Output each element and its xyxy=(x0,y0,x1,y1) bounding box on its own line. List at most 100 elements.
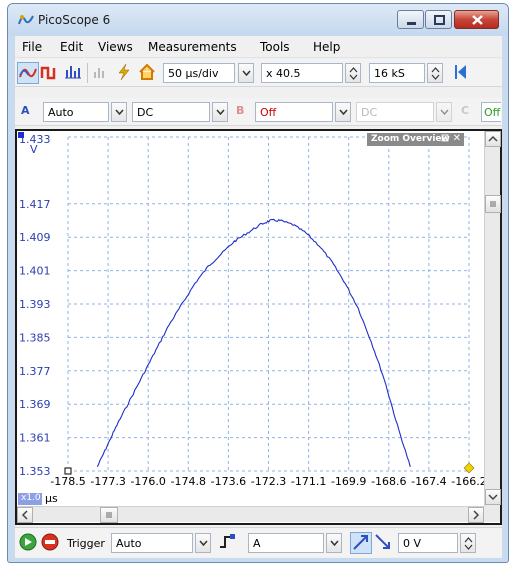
menu-edit[interactable]: Edit xyxy=(60,40,83,54)
spinner-icon xyxy=(431,67,440,80)
trigger-mode-combo[interactable]: Auto xyxy=(111,533,193,553)
persistence-icon xyxy=(40,66,56,80)
spinner-icon xyxy=(464,537,473,550)
menu-help[interactable]: Help xyxy=(313,40,340,54)
channel-a-marker xyxy=(18,132,24,138)
chevron-down-icon xyxy=(440,109,449,115)
auto-setup-button[interactable] xyxy=(114,62,136,84)
scroll-down-button[interactable] xyxy=(485,489,501,505)
trigger-source-combo[interactable]: A xyxy=(248,533,324,553)
x-tick-label: -172.3 xyxy=(251,475,286,488)
maximize-button[interactable] xyxy=(425,10,452,29)
menu-file[interactable]: File xyxy=(22,40,42,54)
horizontal-scrollbar[interactable] xyxy=(17,506,484,523)
trigger-mode-dropdown[interactable] xyxy=(195,533,211,553)
signal-trace xyxy=(96,218,411,468)
channel-a-range-dropdown[interactable] xyxy=(111,102,127,122)
picoscope-app-icon xyxy=(18,15,34,25)
samples-field[interactable]: 16 kS xyxy=(369,63,425,83)
menu-measurements[interactable]: Measurements xyxy=(148,40,237,54)
channel-b-coupling-dropdown xyxy=(436,102,452,122)
zoom-spinner[interactable] xyxy=(345,63,361,83)
trigger-level-field[interactable]: 0 V xyxy=(398,533,458,553)
spectrum-mode-button[interactable] xyxy=(63,62,85,84)
x-tick-label: -177.3 xyxy=(90,475,125,488)
play-icon xyxy=(19,533,37,551)
chevron-down-icon xyxy=(339,109,348,115)
timebase-dropdown[interactable] xyxy=(238,63,254,83)
oscilloscope-plot[interactable]: 1.4331.4171.4091.4011.3931.3851.3771.369… xyxy=(17,131,484,506)
previous-waveform-button[interactable] xyxy=(451,62,473,84)
scroll-left-button[interactable] xyxy=(17,507,33,523)
channel-c-label: C xyxy=(461,104,470,117)
menu-bar: File Edit Views Measurements Tools Help xyxy=(15,36,502,58)
trigger-level-spinner[interactable] xyxy=(460,533,476,553)
x-axis-unit: µs xyxy=(45,492,58,505)
vertical-scroll-thumb[interactable] xyxy=(485,195,501,213)
scope-mode-button[interactable] xyxy=(17,62,39,84)
persistence-mode-button[interactable] xyxy=(40,62,62,84)
x-tick-label: -169.9 xyxy=(331,475,366,488)
menu-tools[interactable]: Tools xyxy=(260,40,290,54)
channel-a-range[interactable]: Auto xyxy=(43,102,109,122)
channel-c-range[interactable]: Off xyxy=(481,102,501,122)
trigger-toolbar: Trigger Auto A 0 V xyxy=(15,527,502,557)
channel-a-coupling-dropdown[interactable] xyxy=(212,102,228,122)
samples-spinner[interactable] xyxy=(427,63,443,83)
chevron-up-icon xyxy=(488,135,498,142)
trigger-source-dropdown[interactable] xyxy=(326,533,342,553)
spectrum-icon xyxy=(65,66,81,79)
x-tick-label: -173.6 xyxy=(211,475,246,488)
y-tick-label: 1.393 xyxy=(19,298,51,311)
zoom-overview-close-icon[interactable]: ⊡ ✕ xyxy=(441,133,461,144)
menu-views[interactable]: Views xyxy=(98,40,133,54)
scope-view[interactable]: 1.433 1.417 1.409 1.401 1.393 1.385 1.377 1.369… xyxy=(15,129,502,525)
y-tick-label: 1.409 xyxy=(19,231,51,244)
minimize-button[interactable] xyxy=(397,10,424,29)
falling-edge-button[interactable] xyxy=(373,532,395,554)
grip-icon xyxy=(490,201,496,207)
rising-edge-button[interactable] xyxy=(350,532,372,554)
add-view-icon xyxy=(94,68,104,78)
zoom-field[interactable]: x 40.5 xyxy=(261,63,343,83)
title-bar[interactable]: PicoScope 6 xyxy=(8,4,508,36)
timebase-combo[interactable]: 50 µs/div xyxy=(163,63,235,83)
channel-b-range[interactable]: Off xyxy=(255,102,333,122)
chevron-down-icon xyxy=(216,109,225,115)
scroll-right-button[interactable] xyxy=(468,507,484,523)
stop-button[interactable] xyxy=(40,532,62,554)
zoom-overview-panel[interactable]: Zoom Overview ⊡ ✕ xyxy=(367,133,464,146)
grip-icon xyxy=(106,512,112,518)
y-tick-label: 1.401 xyxy=(19,265,51,278)
window-title: PicoScope 6 xyxy=(38,13,111,27)
scroll-up-button[interactable] xyxy=(485,131,501,147)
spinner-icon xyxy=(349,67,358,80)
channel-a-label: A xyxy=(21,104,30,117)
y-axis-unit: V xyxy=(30,143,38,156)
toolbar-separator xyxy=(87,63,88,83)
maximize-icon xyxy=(434,15,445,25)
channel-a-coupling[interactable]: DC xyxy=(132,102,210,122)
start-button[interactable] xyxy=(18,532,40,554)
add-view-button[interactable] xyxy=(91,62,113,84)
channel-b-range-dropdown[interactable] xyxy=(335,102,351,122)
x-zoom-badge: x1.0 xyxy=(18,493,42,505)
y-tick-label: 1.417 xyxy=(19,198,51,211)
channel-toolbar: A Auto DC B Off DC C Off xyxy=(15,98,502,126)
default-setup-button[interactable] xyxy=(137,62,159,84)
horizontal-scroll-thumb[interactable] xyxy=(100,507,118,523)
y-tick-label: 1.377 xyxy=(19,365,51,378)
trigger-label: Trigger xyxy=(67,537,105,550)
advanced-trigger-button[interactable] xyxy=(218,532,240,554)
y-tick-label: 1.353 xyxy=(19,465,51,478)
x-tick-label: -178.5 xyxy=(50,475,85,488)
scope-wave-icon xyxy=(19,68,37,78)
x-tick-label: -167.4 xyxy=(411,475,446,488)
chevron-right-icon xyxy=(473,510,480,520)
rewind-icon xyxy=(455,65,466,79)
x-tick-label: -168.6 xyxy=(371,475,406,488)
channel-b-coupling: DC xyxy=(356,102,434,122)
close-button[interactable] xyxy=(454,10,499,29)
y-tick-label: 1.369 xyxy=(19,398,51,411)
vertical-scrollbar[interactable] xyxy=(484,131,501,506)
